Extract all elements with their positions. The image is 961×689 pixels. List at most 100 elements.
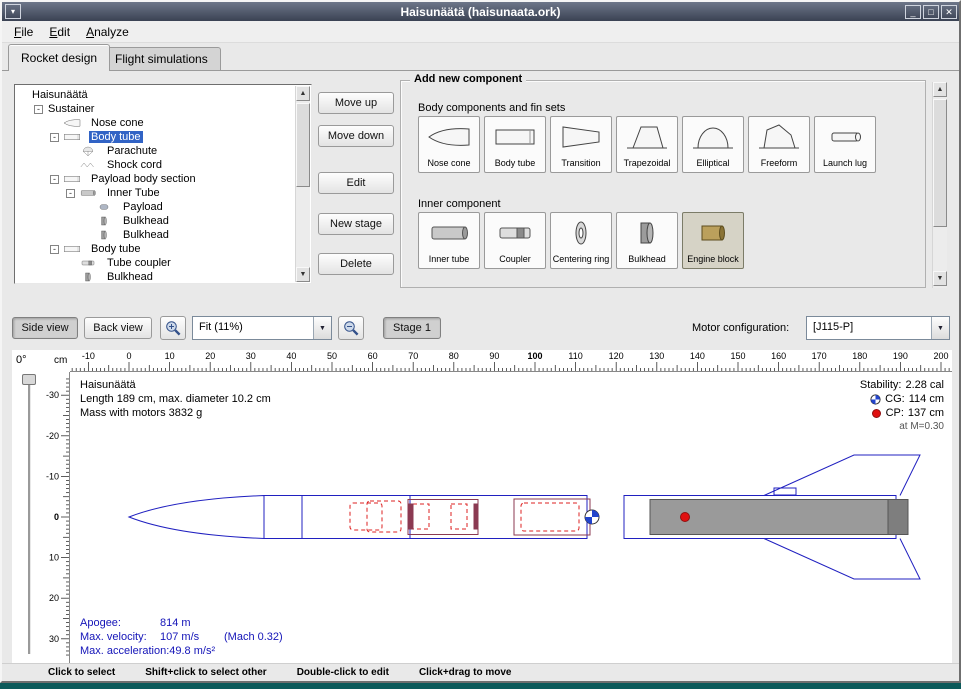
chevron-down-icon[interactable]: ▼ (313, 317, 331, 339)
scroll-down-icon[interactable]: ▼ (296, 267, 310, 282)
tree-expander-icon[interactable]: - (66, 189, 75, 198)
menu-edit[interactable]: Edit (41, 23, 78, 41)
add-nose-cone-button[interactable]: Nose cone (418, 116, 480, 173)
tree-expander-icon[interactable]: - (34, 105, 43, 114)
tree-item-shock-cord[interactable]: Shock cord (16, 158, 295, 172)
zoom-out-button[interactable] (338, 316, 364, 340)
tree-item-label[interactable]: Body tube (89, 131, 143, 143)
svg-text:100: 100 (527, 351, 542, 361)
tree-item-payload[interactable]: Payload (16, 200, 295, 214)
stage-1-button[interactable]: Stage 1 (383, 317, 441, 339)
minimize-button[interactable]: _ (905, 5, 921, 19)
stability-value: 2.28 cal (905, 378, 944, 392)
cp-label: CP: (886, 406, 904, 420)
tree-item-bulkhead[interactable]: Bulkhead (16, 270, 295, 282)
zoom-in-button[interactable] (160, 316, 186, 340)
component-button-label: Elliptical (696, 159, 729, 169)
add-freeform-button[interactable]: Freeform (748, 116, 810, 173)
tree-item-label[interactable]: Haisunäätä (30, 89, 90, 101)
tree-item-sustainer[interactable]: -Sustainer (16, 102, 295, 116)
tree-item-label[interactable]: Bulkhead (121, 215, 171, 227)
window-menu-icon[interactable]: ▾ (5, 4, 21, 19)
zoom-scale-select[interactable]: Fit (11%) ▼ (192, 316, 332, 340)
rocket-viewport[interactable]: 0° cm -100102030405060708090100110120130… (12, 350, 952, 663)
statusbar: Click to selectShift+click to select oth… (2, 663, 959, 681)
tree-item-label[interactable]: Sustainer (46, 103, 96, 115)
tree-item-label[interactable]: Parachute (105, 145, 159, 157)
tree-scrollbar-thumb[interactable] (296, 103, 310, 187)
tree-item-inner-tube[interactable]: - Inner Tube (16, 186, 295, 200)
add-engine-block-button[interactable]: Engine block (682, 212, 744, 269)
tree-item-label[interactable]: Shock cord (105, 159, 164, 171)
tree-item-label[interactable]: Nose cone (89, 117, 146, 129)
add-inner-tube-button[interactable]: Inner tube (418, 212, 480, 269)
maximize-button[interactable]: □ (923, 5, 939, 19)
side-view-button[interactable]: Side view (12, 317, 78, 339)
tree-expander-icon[interactable]: - (50, 133, 59, 142)
scroll-down-icon[interactable]: ▼ (933, 271, 947, 286)
add-elliptical-button[interactable]: Elliptical (682, 116, 744, 173)
component-button-label: Trapezoidal (624, 159, 671, 169)
tree-item-label[interactable]: Tube coupler (105, 257, 173, 269)
add-coupler-button[interactable]: Coupler (484, 212, 546, 269)
tree-item-nose-cone[interactable]: Nose cone (16, 116, 295, 130)
menu-analyze[interactable]: Analyze (78, 23, 137, 41)
tree-item-body-tube[interactable]: - Body tube (16, 130, 295, 144)
add-trapezoidal-button[interactable]: Trapezoidal (616, 116, 678, 173)
tree-item-label[interactable]: Bulkhead (105, 271, 155, 282)
chevron-down-icon[interactable]: ▼ (931, 317, 949, 339)
add-centering-ring-button[interactable]: Centering ring (550, 212, 612, 269)
tree-item-label[interactable]: Bulkhead (121, 229, 171, 241)
menu-file[interactable]: File (6, 23, 41, 41)
tab-rocket-design[interactable]: Rocket design (8, 44, 110, 71)
tree-item-label[interactable]: Inner Tube (105, 187, 162, 199)
tree-item-body-tube[interactable]: - Body tube (16, 242, 295, 256)
rotation-slider-handle[interactable] (22, 374, 36, 385)
move-up-button[interactable]: Move up (318, 92, 394, 114)
tree-item-parachute[interactable]: Parachute (16, 144, 295, 158)
new-stage-button[interactable]: New stage (318, 213, 394, 235)
add-launch-lug-button[interactable]: Launch lug (814, 116, 876, 173)
back-view-button[interactable]: Back view (84, 317, 152, 339)
svg-text:50: 50 (327, 351, 337, 361)
rocket-design-panel: Haisunäätä-SustainerNose cone-Body tubeP… (2, 71, 959, 305)
tree-item-bulkhead[interactable]: Bulkhead (16, 228, 295, 242)
tree-scrollbar[interactable]: ▲ ▼ (295, 86, 310, 282)
tab-flight-simulations[interactable]: Flight simulations (102, 47, 221, 70)
tree-item-label[interactable]: Payload (121, 201, 165, 213)
mach-note: at M=0.30 (860, 420, 944, 434)
coupler-icon (493, 218, 537, 248)
rotation-slider-track[interactable] (28, 376, 30, 654)
tree-item-payload-body-section[interactable]: - Payload body section (16, 172, 295, 186)
flight-stat-label: Max. velocity: (80, 630, 160, 644)
component-button-label: Inner tube (429, 255, 470, 265)
component-tree-panel: Haisunäätä-SustainerNose cone-Body tubeP… (14, 84, 312, 284)
centering-ring-icon (559, 218, 603, 248)
tree-item-label[interactable]: Payload body section (89, 173, 198, 185)
move-down-button[interactable]: Move down (318, 125, 394, 147)
delete-button[interactable]: Delete (318, 253, 394, 275)
tree-item-bulkhead[interactable]: Bulkhead (16, 214, 295, 228)
tree-item-tube-coupler[interactable]: Tube coupler (16, 256, 295, 270)
tree-expander-icon[interactable]: - (50, 175, 59, 184)
svg-text:150: 150 (730, 351, 745, 361)
flight-stat-label: Apogee: (80, 616, 160, 630)
scroll-up-icon[interactable]: ▲ (296, 86, 310, 101)
add-body-tube-button[interactable]: Body tube (484, 116, 546, 173)
edit-button[interactable]: Edit (318, 172, 394, 194)
close-button[interactable]: ✕ (941, 5, 957, 19)
add-bulkhead-button[interactable]: Bulkhead (616, 212, 678, 269)
tree-expander-icon[interactable]: - (50, 245, 59, 254)
transition-icon (559, 122, 603, 152)
tree-item-haisun-t[interactable]: Haisunäätä (16, 88, 295, 102)
motor-configuration-select[interactable]: [J115-P] ▼ (806, 316, 950, 340)
panel-scrollbar[interactable]: ▲ ▼ (932, 82, 947, 288)
scroll-up-icon[interactable]: ▲ (933, 82, 947, 97)
svg-text:-10: -10 (82, 351, 95, 361)
tree-item-label[interactable]: Body tube (89, 243, 143, 255)
svg-text:20: 20 (49, 593, 59, 603)
svg-text:200: 200 (933, 351, 948, 361)
add-transition-button[interactable]: Transition (550, 116, 612, 173)
panel-scrollbar-thumb[interactable] (933, 99, 947, 227)
flight-stat-label: Max. acceleration: (80, 644, 169, 658)
